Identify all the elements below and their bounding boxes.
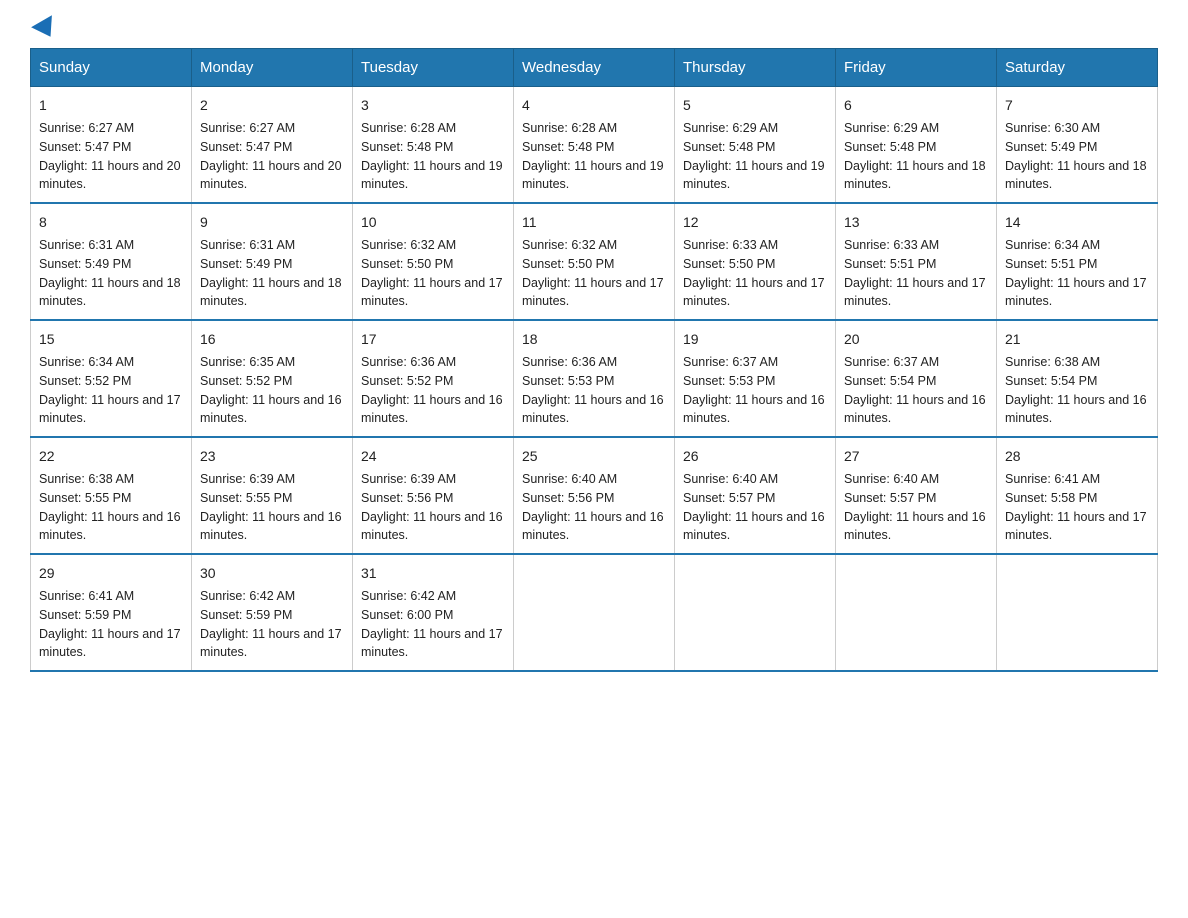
day-number: 28	[1005, 446, 1149, 467]
calendar-cell: 14Sunrise: 6:34 AMSunset: 5:51 PMDayligh…	[997, 203, 1158, 320]
day-number: 29	[39, 563, 183, 584]
calendar-week-row: 29Sunrise: 6:41 AMSunset: 5:59 PMDayligh…	[31, 554, 1158, 671]
logo-arrow-icon	[31, 15, 61, 43]
calendar-cell: 29Sunrise: 6:41 AMSunset: 5:59 PMDayligh…	[31, 554, 192, 671]
page-header	[30, 20, 1158, 38]
header-sunday: Sunday	[31, 49, 192, 87]
calendar-cell	[997, 554, 1158, 671]
day-number: 4	[522, 95, 666, 116]
calendar-week-row: 15Sunrise: 6:34 AMSunset: 5:52 PMDayligh…	[31, 320, 1158, 437]
calendar-cell: 8Sunrise: 6:31 AMSunset: 5:49 PMDaylight…	[31, 203, 192, 320]
day-number: 25	[522, 446, 666, 467]
calendar-cell: 15Sunrise: 6:34 AMSunset: 5:52 PMDayligh…	[31, 320, 192, 437]
day-number: 13	[844, 212, 988, 233]
calendar-cell: 18Sunrise: 6:36 AMSunset: 5:53 PMDayligh…	[514, 320, 675, 437]
calendar-cell: 24Sunrise: 6:39 AMSunset: 5:56 PMDayligh…	[353, 437, 514, 554]
calendar-table: SundayMondayTuesdayWednesdayThursdayFrid…	[30, 48, 1158, 672]
calendar-cell: 30Sunrise: 6:42 AMSunset: 5:59 PMDayligh…	[192, 554, 353, 671]
calendar-cell	[836, 554, 997, 671]
calendar-cell: 13Sunrise: 6:33 AMSunset: 5:51 PMDayligh…	[836, 203, 997, 320]
day-number: 5	[683, 95, 827, 116]
day-number: 26	[683, 446, 827, 467]
calendar-cell: 1Sunrise: 6:27 AMSunset: 5:47 PMDaylight…	[31, 87, 192, 204]
calendar-cell: 5Sunrise: 6:29 AMSunset: 5:48 PMDaylight…	[675, 87, 836, 204]
calendar-cell	[675, 554, 836, 671]
calendar-week-row: 1Sunrise: 6:27 AMSunset: 5:47 PMDaylight…	[31, 87, 1158, 204]
day-number: 31	[361, 563, 505, 584]
header-monday: Monday	[192, 49, 353, 87]
day-number: 7	[1005, 95, 1149, 116]
calendar-cell: 25Sunrise: 6:40 AMSunset: 5:56 PMDayligh…	[514, 437, 675, 554]
day-number: 22	[39, 446, 183, 467]
calendar-cell: 2Sunrise: 6:27 AMSunset: 5:47 PMDaylight…	[192, 87, 353, 204]
logo	[30, 20, 58, 38]
day-number: 15	[39, 329, 183, 350]
day-number: 19	[683, 329, 827, 350]
calendar-cell: 7Sunrise: 6:30 AMSunset: 5:49 PMDaylight…	[997, 87, 1158, 204]
day-number: 16	[200, 329, 344, 350]
logo-blue-text	[30, 20, 58, 38]
day-number: 24	[361, 446, 505, 467]
calendar-header-row: SundayMondayTuesdayWednesdayThursdayFrid…	[31, 49, 1158, 87]
day-number: 30	[200, 563, 344, 584]
calendar-cell: 10Sunrise: 6:32 AMSunset: 5:50 PMDayligh…	[353, 203, 514, 320]
calendar-cell: 9Sunrise: 6:31 AMSunset: 5:49 PMDaylight…	[192, 203, 353, 320]
header-wednesday: Wednesday	[514, 49, 675, 87]
calendar-cell: 3Sunrise: 6:28 AMSunset: 5:48 PMDaylight…	[353, 87, 514, 204]
day-number: 23	[200, 446, 344, 467]
calendar-cell: 21Sunrise: 6:38 AMSunset: 5:54 PMDayligh…	[997, 320, 1158, 437]
calendar-week-row: 8Sunrise: 6:31 AMSunset: 5:49 PMDaylight…	[31, 203, 1158, 320]
day-number: 27	[844, 446, 988, 467]
day-number: 1	[39, 95, 183, 116]
day-number: 2	[200, 95, 344, 116]
header-tuesday: Tuesday	[353, 49, 514, 87]
calendar-cell: 12Sunrise: 6:33 AMSunset: 5:50 PMDayligh…	[675, 203, 836, 320]
calendar-cell	[514, 554, 675, 671]
day-number: 8	[39, 212, 183, 233]
header-saturday: Saturday	[997, 49, 1158, 87]
day-number: 20	[844, 329, 988, 350]
day-number: 6	[844, 95, 988, 116]
day-number: 14	[1005, 212, 1149, 233]
day-number: 17	[361, 329, 505, 350]
calendar-cell: 31Sunrise: 6:42 AMSunset: 6:00 PMDayligh…	[353, 554, 514, 671]
day-number: 3	[361, 95, 505, 116]
calendar-cell: 19Sunrise: 6:37 AMSunset: 5:53 PMDayligh…	[675, 320, 836, 437]
day-number: 18	[522, 329, 666, 350]
calendar-cell: 20Sunrise: 6:37 AMSunset: 5:54 PMDayligh…	[836, 320, 997, 437]
calendar-week-row: 22Sunrise: 6:38 AMSunset: 5:55 PMDayligh…	[31, 437, 1158, 554]
day-number: 12	[683, 212, 827, 233]
day-number: 10	[361, 212, 505, 233]
calendar-cell: 11Sunrise: 6:32 AMSunset: 5:50 PMDayligh…	[514, 203, 675, 320]
calendar-cell: 28Sunrise: 6:41 AMSunset: 5:58 PMDayligh…	[997, 437, 1158, 554]
calendar-cell: 22Sunrise: 6:38 AMSunset: 5:55 PMDayligh…	[31, 437, 192, 554]
header-thursday: Thursday	[675, 49, 836, 87]
calendar-cell: 4Sunrise: 6:28 AMSunset: 5:48 PMDaylight…	[514, 87, 675, 204]
day-number: 9	[200, 212, 344, 233]
calendar-cell: 26Sunrise: 6:40 AMSunset: 5:57 PMDayligh…	[675, 437, 836, 554]
day-number: 21	[1005, 329, 1149, 350]
calendar-cell: 6Sunrise: 6:29 AMSunset: 5:48 PMDaylight…	[836, 87, 997, 204]
calendar-cell: 27Sunrise: 6:40 AMSunset: 5:57 PMDayligh…	[836, 437, 997, 554]
calendar-cell: 23Sunrise: 6:39 AMSunset: 5:55 PMDayligh…	[192, 437, 353, 554]
header-friday: Friday	[836, 49, 997, 87]
calendar-cell: 16Sunrise: 6:35 AMSunset: 5:52 PMDayligh…	[192, 320, 353, 437]
day-number: 11	[522, 212, 666, 233]
calendar-cell: 17Sunrise: 6:36 AMSunset: 5:52 PMDayligh…	[353, 320, 514, 437]
